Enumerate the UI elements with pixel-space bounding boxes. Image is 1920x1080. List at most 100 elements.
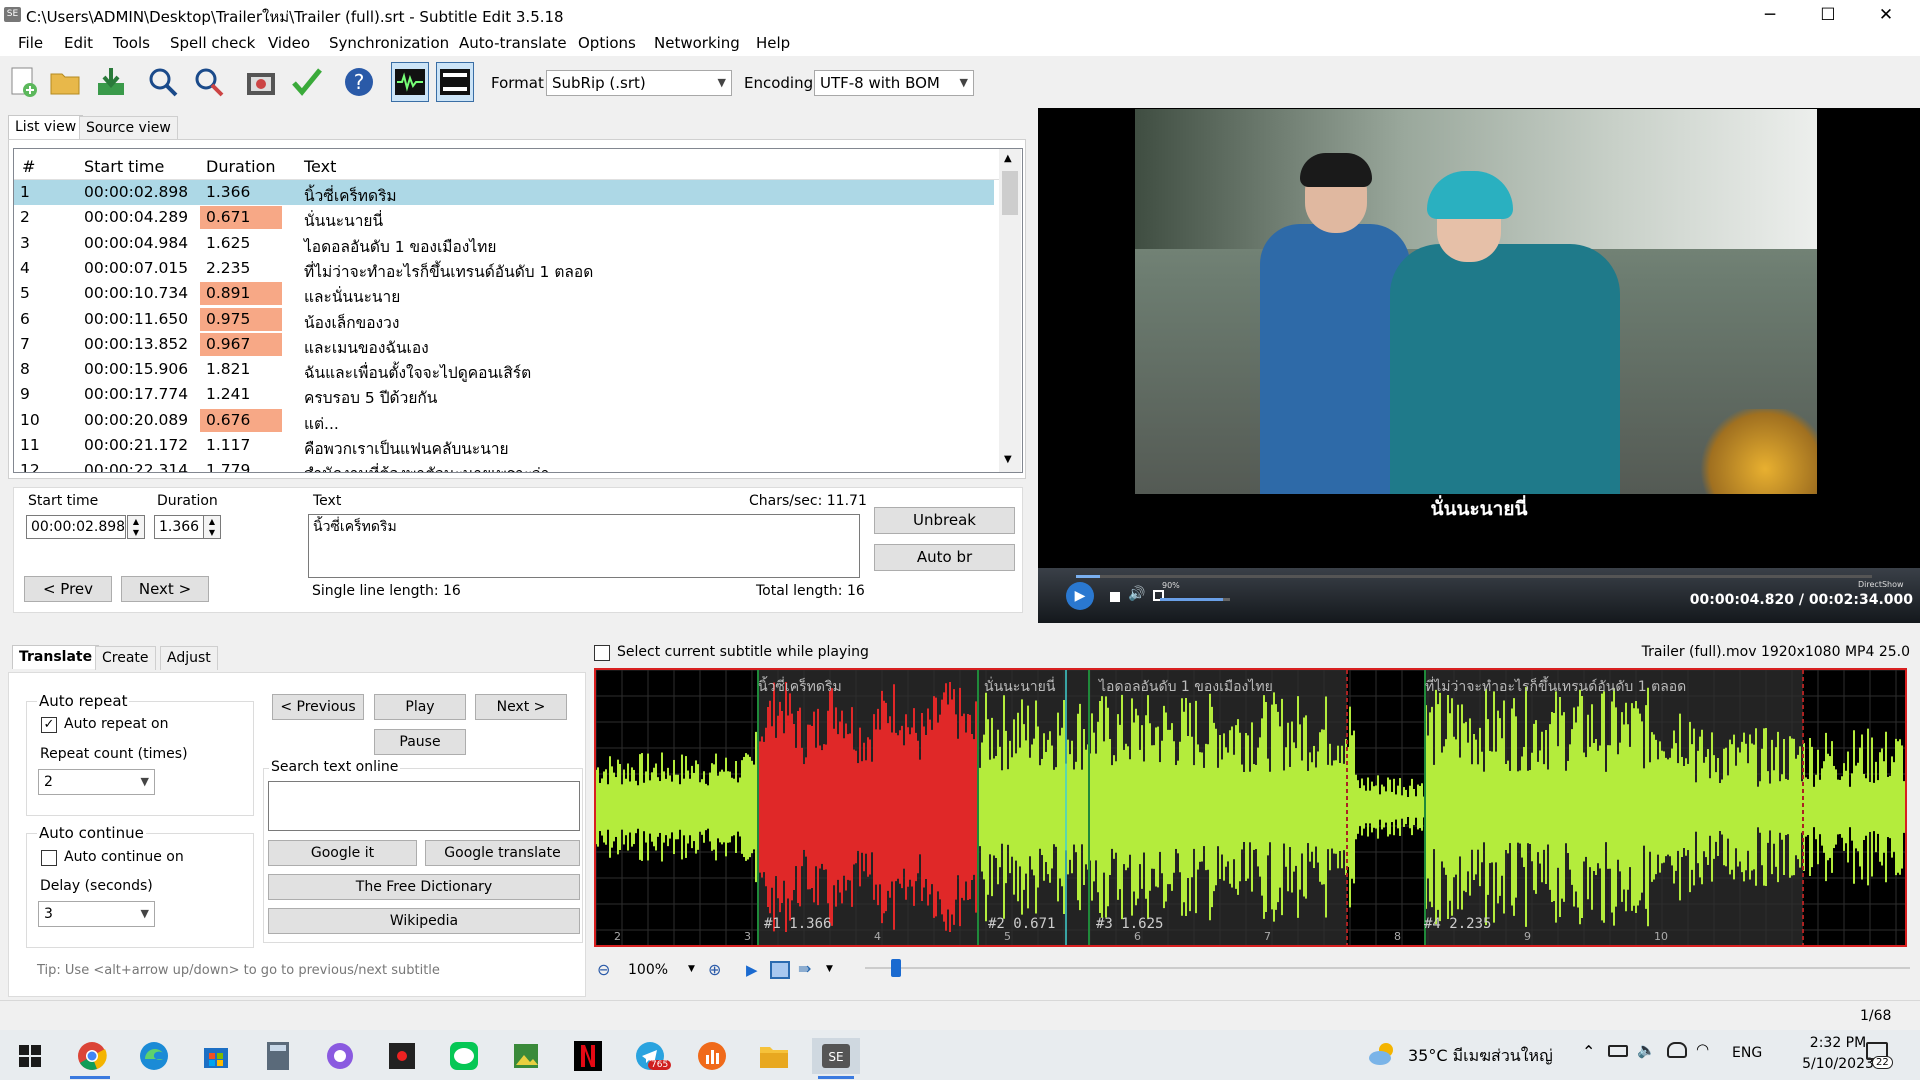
tab-adjust[interactable]: Adjust bbox=[160, 646, 218, 670]
column-header-text[interactable]: Text bbox=[304, 157, 336, 176]
options-dropdown-icon[interactable]: ▼ bbox=[826, 964, 833, 974]
table-row[interactable]: 12 00:00:22.314 1.779 สำนักงานที่ต้องพาตัวน… bbox=[14, 458, 994, 472]
table-row[interactable]: 3 00:00:04.984 1.625 ไอดอลอันดับ 1 ของเมือง… bbox=[14, 231, 994, 256]
menu-edit[interactable]: Edit bbox=[64, 34, 93, 52]
menu-options[interactable]: Options bbox=[578, 34, 636, 52]
auto-br-button[interactable]: Auto br bbox=[874, 544, 1015, 571]
menu-synchronization[interactable]: Synchronization bbox=[329, 34, 449, 52]
grid-toggle-icon[interactable] bbox=[770, 961, 790, 979]
windows-start-icon[interactable] bbox=[12, 1038, 48, 1074]
google-it-button[interactable]: Google it bbox=[268, 840, 417, 866]
menu-auto-translate[interactable]: Auto-translate bbox=[459, 34, 567, 52]
select-current-checkbox[interactable] bbox=[594, 645, 610, 661]
delay-select[interactable]: 3 ▼ bbox=[38, 901, 155, 927]
language-indicator[interactable]: ENG bbox=[1732, 1045, 1762, 1061]
table-row[interactable]: 11 00:00:21.172 1.117 คือพวกเราเป็นแฟนคลับน… bbox=[14, 433, 994, 458]
encoding-select[interactable]: UTF-8 with BOM ▼ bbox=[814, 70, 974, 96]
move-forward-icon[interactable]: ⇛ bbox=[798, 959, 811, 978]
recorder-icon[interactable] bbox=[384, 1038, 420, 1074]
calculator-icon[interactable] bbox=[260, 1038, 296, 1074]
menu-spell-check[interactable]: Spell check bbox=[170, 34, 255, 52]
column-header-number[interactable]: # bbox=[22, 157, 35, 176]
free-dictionary-button[interactable]: The Free Dictionary bbox=[268, 874, 580, 900]
play-icon[interactable]: ▶ bbox=[1066, 582, 1094, 610]
next-button[interactable]: Next > bbox=[121, 576, 209, 602]
column-header-start-time[interactable]: Start time bbox=[84, 157, 164, 176]
zoom-in-icon[interactable]: ⊕ bbox=[708, 960, 721, 979]
line-icon[interactable] bbox=[446, 1038, 482, 1074]
table-row[interactable]: 4 00:00:07.015 2.235 ที่ไม่ว่าจะทำอะไรก็ขึ้… bbox=[14, 256, 994, 281]
table-row[interactable]: 6 00:00:11.650 0.975 น้องเล็กของวง bbox=[14, 307, 994, 332]
table-row[interactable]: 10 00:00:20.089 0.676 แต่... bbox=[14, 408, 994, 433]
office-icon[interactable] bbox=[694, 1038, 730, 1074]
grid-scrollbar[interactable]: ▲ ▼ bbox=[999, 149, 1021, 472]
table-row[interactable]: 2 00:00:04.289 0.671 นั่นนะนายนี่ bbox=[14, 205, 994, 230]
tab-translate[interactable]: Translate bbox=[12, 645, 100, 669]
replace-icon[interactable] bbox=[190, 62, 228, 102]
start-time-spinner[interactable]: ▲ ▼ bbox=[127, 515, 145, 539]
tab-source-view[interactable]: Source view bbox=[79, 116, 178, 140]
open-icon[interactable] bbox=[46, 62, 84, 102]
wifi-icon[interactable]: ◠ bbox=[1696, 1040, 1709, 1058]
next-subtitle-button[interactable]: Next > bbox=[475, 694, 567, 720]
maximize-button[interactable]: ☐ bbox=[1799, 0, 1857, 30]
table-row[interactable]: 9 00:00:17.774 1.241 ครบรอบ 5 ปีด้วยกัน bbox=[14, 382, 994, 407]
zoom-dropdown-icon[interactable]: ▼ bbox=[688, 964, 695, 974]
menu-video[interactable]: Video bbox=[268, 34, 310, 52]
table-row[interactable]: 1 00:00:02.898 1.366 นิ้วซี่เคร็ทดริม bbox=[14, 180, 994, 205]
minimize-button[interactable]: ─ bbox=[1741, 0, 1799, 30]
menu-help[interactable]: Help bbox=[756, 34, 790, 52]
chrome-icon[interactable] bbox=[74, 1038, 110, 1074]
menu-file[interactable]: File bbox=[18, 34, 43, 52]
column-header-duration[interactable]: Duration bbox=[206, 157, 276, 176]
waveform[interactable]: นิ้วซี่เคร็ทดริม นั่นนะนายนี่ ไอดอลอันดั… bbox=[594, 668, 1907, 947]
weather-icon[interactable] bbox=[1368, 1040, 1398, 1072]
zoom-value[interactable]: 100% bbox=[628, 962, 668, 978]
table-row[interactable]: 5 00:00:10.734 0.891 และนั่นนะนาย bbox=[14, 281, 994, 306]
camera-app-icon[interactable] bbox=[322, 1038, 358, 1074]
prev-button[interactable]: < Prev bbox=[24, 576, 112, 602]
edge-icon[interactable] bbox=[136, 1038, 172, 1074]
waveform-position-slider[interactable] bbox=[865, 967, 1910, 969]
visual-sync-icon[interactable] bbox=[242, 62, 280, 102]
waveform-icon[interactable] bbox=[391, 62, 429, 102]
play-waveform-icon[interactable]: ▶ bbox=[746, 961, 758, 979]
tray-chevron-icon[interactable]: ⌃ bbox=[1582, 1042, 1595, 1061]
seek-bar[interactable] bbox=[1076, 575, 1872, 578]
table-row[interactable]: 7 00:00:13.852 0.967 และเมนของฉันเอง bbox=[14, 332, 994, 357]
slider-thumb[interactable] bbox=[891, 959, 901, 977]
play-button[interactable]: Play bbox=[374, 694, 466, 720]
help-icon[interactable]: ? bbox=[340, 62, 378, 102]
scroll-up-icon[interactable]: ▲ bbox=[1004, 153, 1012, 164]
volume-icon[interactable]: 🔊 bbox=[1128, 586, 1145, 602]
google-translate-button[interactable]: Google translate bbox=[425, 840, 580, 866]
battery-icon[interactable] bbox=[1608, 1045, 1628, 1057]
scroll-thumb[interactable] bbox=[1002, 171, 1018, 215]
download-icon[interactable] bbox=[92, 62, 130, 102]
weather-text[interactable]: 35°C มีเมฆส่วนใหญ่ bbox=[1408, 1044, 1553, 1069]
wikipedia-button[interactable]: Wikipedia bbox=[268, 908, 580, 934]
cloud-icon[interactable] bbox=[1667, 1042, 1687, 1058]
menu-tools[interactable]: Tools bbox=[113, 34, 150, 52]
tab-list-view[interactable]: List view bbox=[8, 115, 84, 139]
store-icon[interactable] bbox=[198, 1038, 234, 1074]
tab-create[interactable]: Create bbox=[95, 646, 156, 670]
table-row[interactable]: 8 00:00:15.906 1.821 ฉันและเพื่อนตั้งใจจะไป… bbox=[14, 357, 994, 382]
format-select[interactable]: SubRip (.srt) ▼ bbox=[546, 70, 732, 96]
zoom-out-icon[interactable]: ⊖ bbox=[597, 960, 610, 979]
auto-repeat-checkbox[interactable]: ✓ bbox=[41, 717, 57, 733]
spellcheck-icon[interactable] bbox=[288, 62, 326, 102]
image-app-icon[interactable] bbox=[508, 1038, 544, 1074]
subtitle-text-input[interactable]: นิ้วซี่เคร็ทดริม bbox=[308, 514, 860, 578]
repeat-count-select[interactable]: 2 ▼ bbox=[38, 769, 155, 795]
volume-slider[interactable] bbox=[1160, 598, 1230, 601]
previous-button[interactable]: < Previous bbox=[272, 694, 364, 720]
video-icon[interactable] bbox=[436, 62, 474, 102]
duration-spinner[interactable]: ▲ ▼ bbox=[203, 515, 221, 539]
file-explorer-icon[interactable] bbox=[756, 1038, 792, 1074]
netflix-icon[interactable] bbox=[570, 1038, 606, 1074]
pause-button[interactable]: Pause bbox=[374, 729, 466, 755]
subtitle-edit-taskbar-icon[interactable]: SE bbox=[812, 1038, 860, 1074]
start-time-input[interactable]: 00:00:02.898 bbox=[26, 515, 126, 539]
stop-icon[interactable] bbox=[1110, 592, 1120, 602]
